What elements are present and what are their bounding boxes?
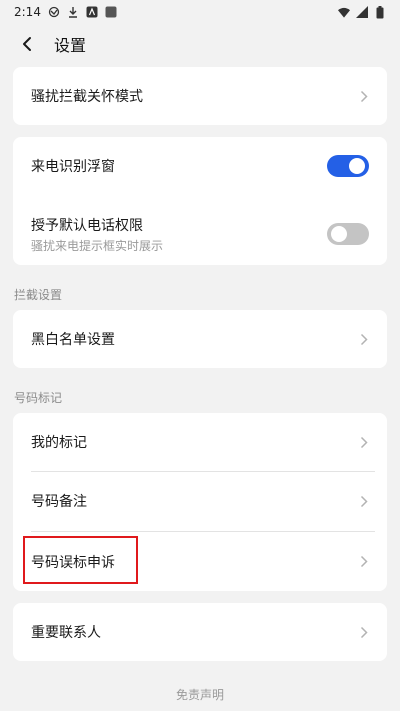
- number-notes-label: 号码备注: [31, 494, 87, 510]
- app-square-icon: [105, 6, 117, 18]
- status-time: 2:14: [14, 5, 41, 19]
- chevron-right-icon: [359, 625, 369, 639]
- card-toggles: 来电识别浮窗 授予默认电话权限 骚扰来电提示框实时展示: [13, 137, 387, 265]
- number-notes-row[interactable]: 号码备注: [13, 472, 387, 530]
- harassment-mode-row[interactable]: 骚扰拦截关怀模式: [13, 67, 387, 125]
- mislabel-appeal-row[interactable]: 号码误标申诉: [13, 532, 387, 591]
- toggle-knob: [331, 226, 347, 242]
- status-right: [338, 5, 386, 18]
- blacklist-label: 黑白名单设置: [31, 332, 115, 348]
- toggle-knob: [349, 158, 365, 174]
- signal-icon: [356, 6, 368, 18]
- caller-id-float-row: 来电识别浮窗: [13, 137, 387, 195]
- missed-call-icon: [48, 6, 60, 18]
- my-marks-row[interactable]: 我的标记: [13, 413, 387, 471]
- chevron-right-icon: [359, 494, 369, 508]
- chevron-right-icon: [359, 89, 369, 103]
- card-important-contacts: 重要联系人: [13, 603, 387, 661]
- chevron-right-icon: [359, 332, 369, 346]
- back-button[interactable]: [12, 29, 42, 59]
- blacklist-row[interactable]: 黑白名单设置: [13, 310, 387, 368]
- default-phone-permission-toggle[interactable]: [327, 223, 369, 245]
- battery-icon: [374, 5, 386, 18]
- caller-id-float-label: 来电识别浮窗: [31, 159, 115, 175]
- status-bar: 2:14: [0, 0, 400, 24]
- default-phone-permission-text: 授予默认电话权限 骚扰来电提示框实时展示: [31, 215, 163, 254]
- chevron-right-icon: [359, 555, 369, 569]
- chevron-right-icon: [359, 435, 369, 449]
- section-title-intercept: 拦截设置: [14, 288, 63, 302]
- default-phone-permission-sub: 骚扰来电提示框实时展示: [31, 238, 164, 253]
- wifi-icon: [338, 6, 350, 18]
- important-contacts-label: 重要联系人: [31, 625, 101, 641]
- status-left: 2:14: [14, 5, 117, 19]
- caller-id-float-toggle[interactable]: [327, 155, 369, 177]
- mislabel-appeal-label: 号码误标申诉: [31, 554, 115, 571]
- app-a-icon: [86, 6, 98, 18]
- default-phone-permission-label: 授予默认电话权限: [31, 217, 143, 234]
- important-contacts-row[interactable]: 重要联系人: [13, 603, 387, 661]
- card-harassment-mode: 骚扰拦截关怀模式: [13, 67, 387, 125]
- card-intercept: 黑白名单设置: [13, 310, 387, 368]
- app-header: 设置: [0, 24, 400, 64]
- disclaimer-link[interactable]: 免责声明: [0, 686, 400, 703]
- card-number-mark: 我的标记 号码备注 号码误标申诉: [13, 413, 387, 591]
- page-title: 设置: [54, 36, 87, 55]
- my-marks-label: 我的标记: [31, 435, 87, 451]
- harassment-mode-label: 骚扰拦截关怀模式: [31, 89, 143, 105]
- download-icon: [67, 6, 79, 18]
- back-arrow-icon: [23, 37, 31, 51]
- section-title-number-mark: 号码标记: [14, 391, 63, 405]
- default-phone-permission-row: 授予默认电话权限 骚扰来电提示框实时展示: [13, 203, 387, 265]
